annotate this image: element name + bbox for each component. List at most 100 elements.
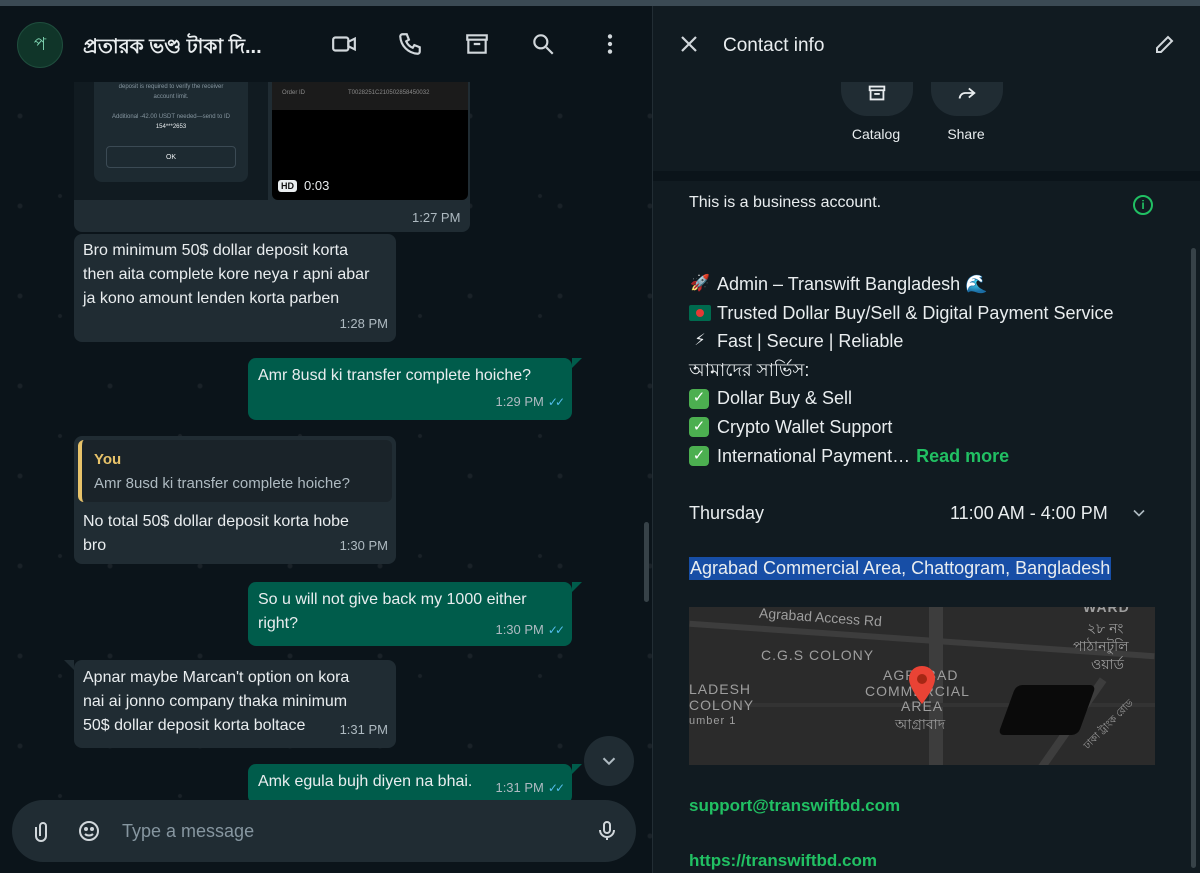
hd-badge: HD <box>278 180 297 192</box>
edit-icon[interactable] <box>1153 32 1179 58</box>
scroll-to-bottom-button[interactable] <box>584 736 634 786</box>
dialog-text: deposit is required to verify the receiv… <box>118 84 224 90</box>
bubble-tail <box>572 358 582 368</box>
about-line: ✓ Crypto Wallet Support <box>689 413 1169 442</box>
contact-info-header: Contact info <box>653 6 1200 82</box>
chat-title[interactable]: প্রতারক ভণ্ড টাকা দি... <box>83 32 262 65</box>
email-link[interactable]: support@transwiftbd.com <box>689 796 900 816</box>
map-label: ওয়ার্ড <box>1091 656 1124 672</box>
about-line: 🚀 Admin – Transwift Bangladesh 🌊 <box>690 274 988 294</box>
info-icon[interactable]: i <box>1133 195 1153 215</box>
microphone-icon <box>599 821 615 840</box>
checkmark-icon: ✓ <box>689 417 709 438</box>
business-account-note: This is a business account. <box>689 194 882 211</box>
incoming-message[interactable]: You Amr 8usd ki transfer complete hoiche… <box>74 436 396 564</box>
section-divider <box>653 171 1200 181</box>
message-time: 1:29 PM ✓✓ <box>495 394 565 409</box>
dialog-ok-button: OK <box>106 146 236 168</box>
voice-message-button[interactable] <box>592 816 622 846</box>
message-text: bro <box>83 537 107 554</box>
video-call-icon[interactable] <box>330 30 358 58</box>
checkmark-icon: ✓ <box>689 445 709 466</box>
read-receipt-icon: ✓✓ <box>547 395 565 409</box>
catalog-icon <box>868 85 886 101</box>
message-text: 50$ dollar deposit korta boltace <box>83 717 306 734</box>
incoming-message[interactable]: Apnar maybe Marcan't option on kora nai … <box>74 660 396 748</box>
message-text: then aita complete kore neya r apni abar <box>83 266 370 283</box>
message-input[interactable] <box>122 814 572 848</box>
website-link[interactable]: https://transwiftbd.com <box>689 851 877 871</box>
video-duration: 0:03 <box>304 178 330 193</box>
message-time: 1:30 PM ✓✓ <box>495 622 565 637</box>
bangladesh-flag-icon <box>689 304 711 321</box>
info-scrollbar[interactable] <box>1191 248 1196 868</box>
message-text: So u will not give back my 1000 either <box>258 591 527 608</box>
business-hours-day: Thursday <box>689 503 765 523</box>
share-label: Share <box>947 126 985 142</box>
message-text: Amk egula bujh diyen na bhai. <box>258 773 473 790</box>
dialog-text: account limit. <box>153 94 189 100</box>
menu-icon[interactable] <box>596 30 624 58</box>
contact-info-title: Contact info <box>723 35 825 56</box>
incoming-message[interactable]: Bro minimum 50$ dollar deposit korta the… <box>74 234 396 342</box>
map-block <box>997 685 1097 735</box>
message-text: right? <box>258 615 299 632</box>
catalog-label: Catalog <box>851 126 901 142</box>
reply-text: Amr 8usd ki transfer complete hoiche? <box>94 475 350 492</box>
chat-pane: প প্রতারক ভণ্ড টাকা দি... deposit is req… <box>0 6 652 873</box>
catalog-icon[interactable] <box>463 30 491 58</box>
chevron-down-icon <box>602 757 616 766</box>
outgoing-message[interactable]: Amk egula bujh diyen na bhai. 1:31 PM ✓✓ <box>248 764 572 804</box>
map-label: COLONY <box>689 697 755 713</box>
outgoing-message[interactable]: Amr 8usd ki transfer complete hoiche? 1:… <box>248 358 572 420</box>
dialog-text: Additional -42.00 USDT needed—send to ID <box>112 114 230 120</box>
message-text: nai ai jonno company thaka minimum <box>83 693 348 710</box>
sticker-button[interactable] <box>74 816 104 846</box>
about-line: ✓ Dollar Buy & Sell <box>689 384 1169 413</box>
business-description: 🚀 Admin – Transwift Bangladesh 🌊 Trusted … <box>689 270 1169 470</box>
checkmark-icon: ✓ <box>689 388 709 409</box>
read-receipt-icon: ✓✓ <box>547 781 565 795</box>
paperclip-icon <box>35 822 47 842</box>
read-receipt-icon: ✓✓ <box>547 623 565 637</box>
about-line: ⚡ Fast | Secure | Reliable <box>689 327 1169 356</box>
chat-scrollbar[interactable] <box>644 522 649 602</box>
business-address[interactable]: Agrabad Commercial Area, Chattogram, Ban… <box>689 557 1112 580</box>
message-list[interactable]: deposit is required to verify the receiv… <box>0 82 652 804</box>
message-composer <box>12 800 636 862</box>
message-time: 1:28 PM <box>339 316 388 331</box>
avatar[interactable]: প <box>17 22 63 68</box>
rocket-icon: 🚀 <box>690 275 710 292</box>
message-text: Bro minimum 50$ dollar deposit korta <box>83 242 349 259</box>
attach-button[interactable] <box>28 816 58 846</box>
map-label: WARD <box>1083 607 1130 615</box>
lightning-icon: ⚡ <box>694 332 706 350</box>
dialog-text: 154***2653 <box>155 124 187 130</box>
outgoing-message[interactable]: So u will not give back my 1000 either r… <box>248 582 572 646</box>
bubble-tail <box>64 660 74 670</box>
video-thumbnail[interactable]: Order ID T0028251C210502858450032 HD 0:0… <box>272 82 468 200</box>
map-label: umber 1 <box>689 715 737 727</box>
reply-author: You <box>94 451 122 468</box>
search-icon[interactable] <box>529 30 557 58</box>
message-time: 1:31 PM ✓✓ <box>495 780 565 795</box>
message-time: 1:27 PM <box>412 210 461 225</box>
about-line: আমাদের সার্ভিস: <box>689 359 810 380</box>
bubble-tail <box>572 582 582 592</box>
video-top-bar: Order ID T0028251C210502858450032 <box>272 82 468 110</box>
message-time: 1:31 PM <box>339 722 388 737</box>
message-text: Amr 8usd ki transfer complete hoiche? <box>258 367 532 384</box>
order-id: T0028251C210502858450032 <box>348 90 430 96</box>
chat-header[interactable]: প প্রতারক ভণ্ড টাকা দি... <box>0 6 652 82</box>
chevron-down-icon[interactable] <box>1129 503 1151 525</box>
bubble-tail <box>572 764 582 774</box>
location-map[interactable]: Agrabad Access Rd C.G.S COLONY WARD ২৮ ন… <box>689 607 1155 765</box>
close-icon[interactable] <box>677 32 701 56</box>
about-line: Trusted Dollar Buy/Sell & Digital Paymen… <box>689 299 1169 328</box>
screenshot-thumbnail[interactable]: deposit is required to verify the receiv… <box>74 82 268 200</box>
message-text: Apnar maybe Marcan't option on kora <box>83 669 350 686</box>
reply-quote[interactable]: You Amr 8usd ki transfer complete hoiche… <box>78 440 392 502</box>
voice-call-icon[interactable] <box>396 30 424 58</box>
message-text: No total 50$ dollar deposit korta hobe <box>83 513 349 530</box>
read-more-link[interactable]: Read more <box>916 442 1009 471</box>
